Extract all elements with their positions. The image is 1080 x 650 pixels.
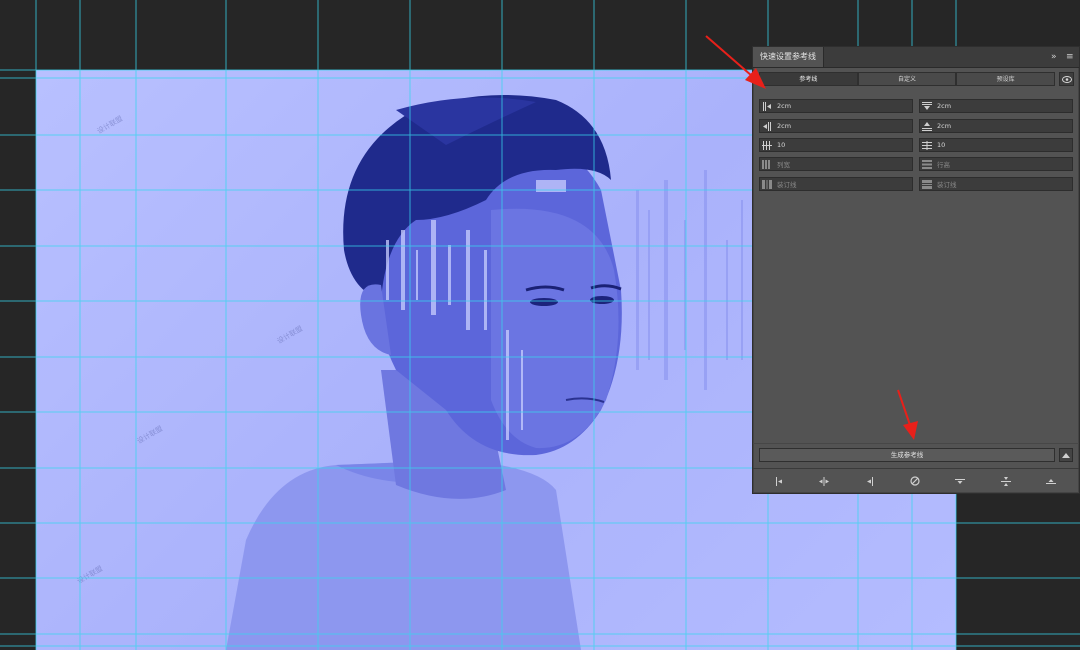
arrow-icon xyxy=(897,389,918,440)
arrow-icon xyxy=(705,35,766,89)
annotation-arrows xyxy=(705,35,918,440)
